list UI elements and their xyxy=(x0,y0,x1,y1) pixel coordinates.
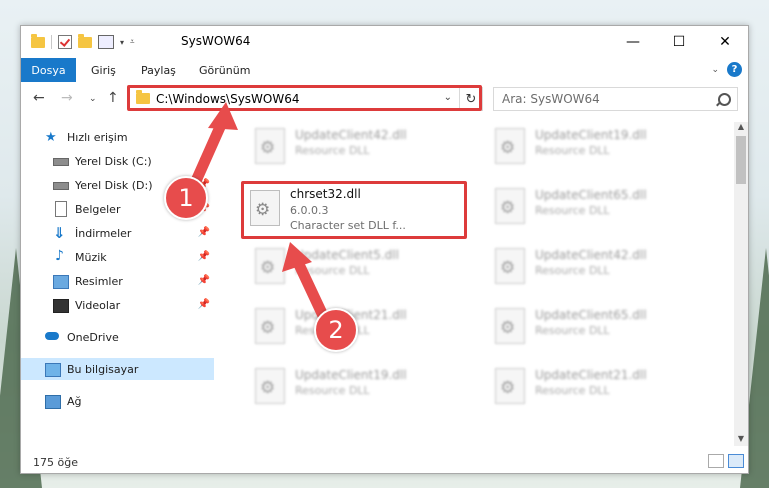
arrow-head xyxy=(208,102,238,130)
step-badge-1: 1 xyxy=(164,176,208,220)
step-badge-2: 2 xyxy=(314,308,358,352)
annotation-arrows xyxy=(186,102,332,328)
